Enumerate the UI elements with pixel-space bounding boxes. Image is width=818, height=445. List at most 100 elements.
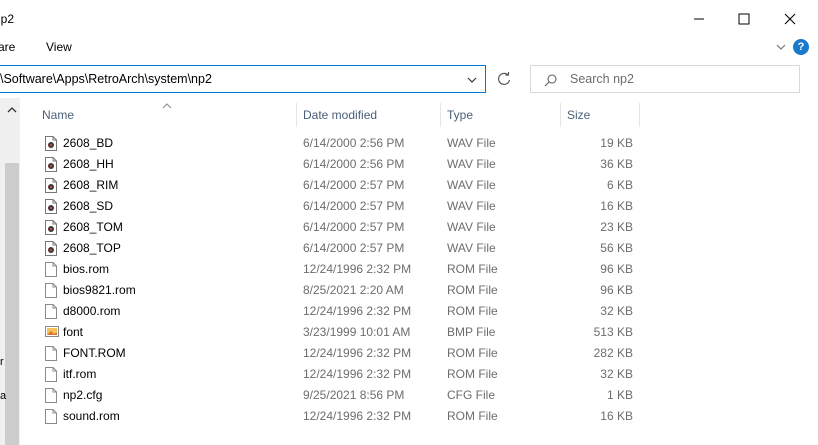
nav-item-fragment[interactable]: r [0,356,4,368]
column-header-size[interactable]: Size [567,103,639,127]
address-history-dropdown[interactable] [466,74,478,89]
file-date: 6/14/2000 2:57 PM [303,199,405,213]
file-name: np2.cfg [63,388,103,402]
chevron-up-icon [7,107,17,113]
expand-ribbon-button[interactable] [775,41,787,56]
image-file-icon [45,325,59,340]
file-size: 56 KB [600,241,633,255]
file-type: ROM File [447,346,498,360]
file-size: 96 KB [600,262,633,276]
audio-file-icon [45,136,57,151]
file-date: 6/14/2000 2:57 PM [303,220,405,234]
file-size: 96 KB [600,283,633,297]
file-name: d8000.rom [63,304,121,318]
file-name: bios.rom [63,262,110,276]
file-date: 12/24/1996 2:32 PM [303,367,412,381]
blank-file-icon [45,367,57,382]
file-size: 32 KB [600,367,633,381]
audio-file-icon [45,157,57,172]
blank-file-icon [45,283,57,298]
maximize-button[interactable] [721,0,767,38]
file-type: ROM File [447,262,498,276]
file-size: 6 KB [606,178,633,192]
navigation-scroll-thumb[interactable] [5,163,19,445]
file-type: WAV File [447,241,496,255]
file-name: 2608_BD [63,136,114,150]
audio-file-icon [45,220,57,235]
file-size: 23 KB [600,220,633,234]
column-divider[interactable] [560,103,561,127]
file-date: 8/25/2021 2:20 AM [303,283,404,297]
file-type: ROM File [447,367,498,381]
file-type: WAV File [447,157,496,171]
maximize-icon [738,13,750,25]
file-type: ROM File [447,409,498,423]
close-icon [784,13,796,25]
file-date: 12/24/1996 2:32 PM [303,304,412,318]
file-name: 2608_SD [63,199,114,213]
file-date: 9/25/2021 8:56 PM [303,388,405,402]
file-date: 6/14/2000 2:57 PM [303,178,405,192]
file-type: BMP File [447,325,496,339]
audio-file-icon [45,199,57,214]
scroll-up-button[interactable] [6,104,18,118]
file-type: WAV File [447,178,496,192]
file-size: 16 KB [600,409,633,423]
file-size: 282 KB [593,346,633,360]
blank-file-icon [45,346,57,361]
file-type: ROM File [447,304,498,318]
column-header-type[interactable]: Type [447,103,559,127]
file-name: FONT.ROM [63,346,126,360]
chevron-down-icon [467,77,477,83]
window-title: np2 [0,12,15,26]
file-name: bios9821.rom [63,283,136,297]
search-icon [544,73,558,90]
file-date: 6/14/2000 2:56 PM [303,136,405,150]
file-size: 36 KB [600,157,633,171]
column-divider[interactable] [296,103,297,127]
file-name: 2608_TOM [63,220,123,234]
file-size: 513 KB [593,325,633,339]
column-divider[interactable] [639,103,640,127]
refresh-icon [498,72,511,85]
file-name: itf.rom [63,367,97,381]
menu-share[interactable]: are [0,40,15,54]
nav-item-fragment[interactable]: a [0,390,6,402]
minimize-button[interactable] [676,0,722,38]
blank-file-icon [45,262,57,277]
file-name: 2608_HH [63,157,114,171]
file-date: 6/14/2000 2:56 PM [303,157,405,171]
help-icon[interactable]: ? [793,39,809,55]
chevron-down-icon [776,44,786,50]
file-name: font [63,325,84,339]
file-type: ROM File [447,283,498,297]
blank-file-icon [45,388,57,403]
file-date: 12/24/1996 2:32 PM [303,262,412,276]
file-date: 12/24/1996 2:32 PM [303,409,412,423]
menu-view[interactable]: View [46,40,72,54]
file-name: sound.rom [63,409,120,423]
file-size: 1 KB [606,388,633,402]
close-button[interactable] [767,0,813,38]
refresh-button[interactable] [490,65,518,93]
file-name: 2608_RIM [63,178,119,192]
audio-file-icon [45,241,57,256]
column-header-date[interactable]: Date modified [303,103,439,127]
address-path[interactable]: \Software\Apps\RetroArch\system\np2 [0,72,212,86]
file-date: 6/14/2000 2:57 PM [303,241,405,255]
blank-file-icon [45,304,57,319]
file-size: 32 KB [600,304,633,318]
blank-file-icon [45,409,57,424]
file-size: 16 KB [600,199,633,213]
column-divider[interactable] [440,103,441,127]
audio-file-icon [45,178,57,193]
minimize-icon [694,18,704,20]
file-date: 3/23/1999 10:01 AM [303,325,411,339]
file-name: 2608_TOP [63,241,121,255]
file-type: WAV File [447,220,496,234]
file-date: 12/24/1996 2:32 PM [303,346,412,360]
file-type: CFG File [447,388,495,402]
search-input[interactable]: Search np2 [570,72,634,86]
file-size: 19 KB [600,136,633,150]
column-header-name[interactable]: Name [42,103,296,127]
